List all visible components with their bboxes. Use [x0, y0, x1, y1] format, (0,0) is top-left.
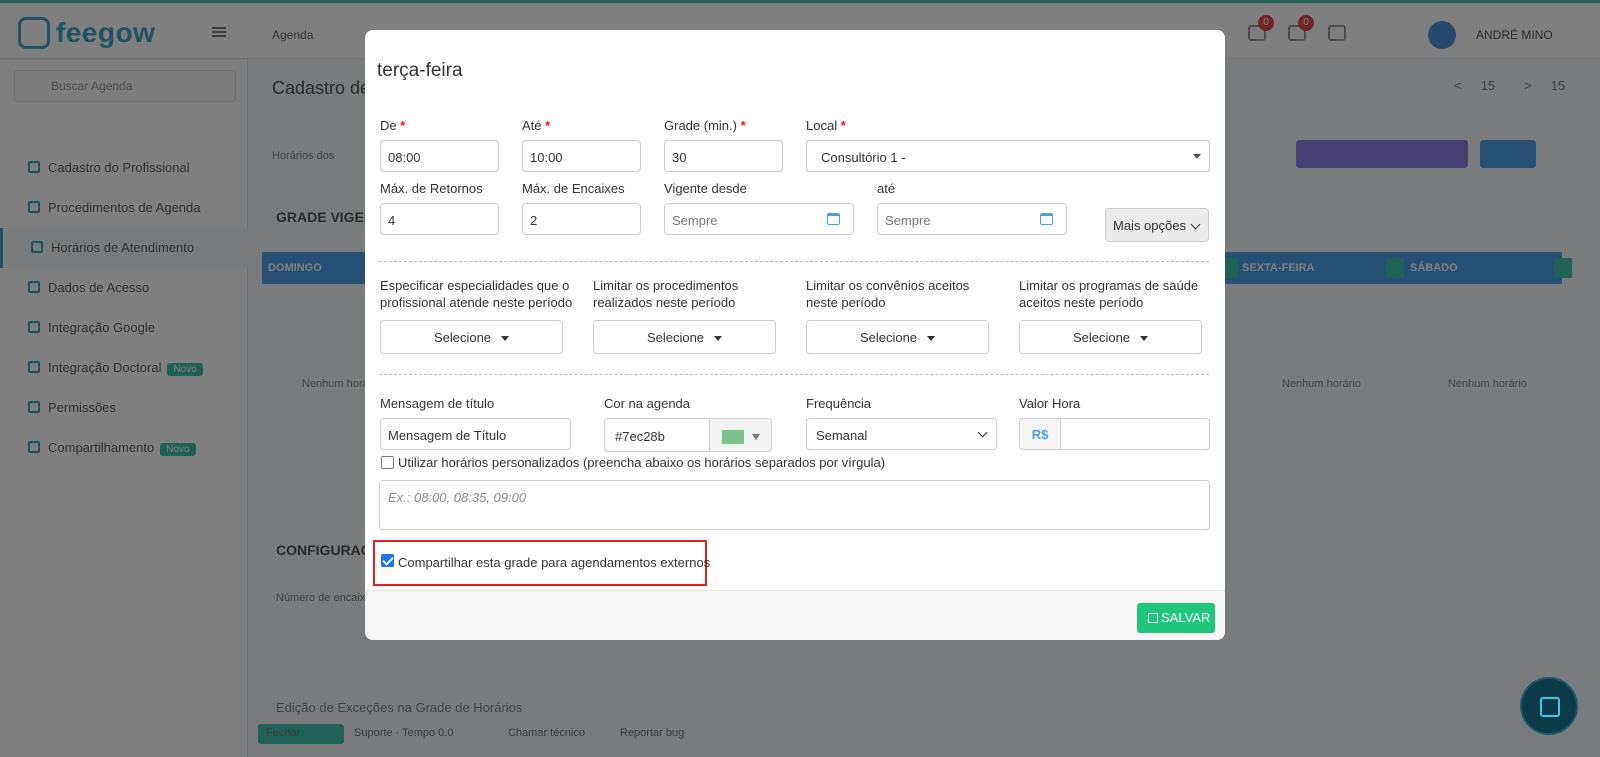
de-label-text: De: [380, 118, 397, 133]
dropdown-arrow-icon: [752, 434, 760, 440]
filter-label-line: Especificar especialidades que o: [380, 278, 570, 293]
filter-label-line: Limitar os programas de saúde: [1019, 278, 1199, 293]
mensagem-label: Mensagem de título: [380, 396, 495, 411]
filter-procedimentos-label: Limitar os procedimentos realizados neste…: [593, 277, 738, 311]
calendar-icon: [827, 213, 840, 225]
vigente-ate-input[interactable]: Sempre: [877, 203, 1028, 235]
frequencia-select[interactable]: Semanal: [806, 418, 997, 450]
save-button-label: SALVAR: [1161, 610, 1211, 625]
calendar-icon: [1040, 213, 1053, 225]
required-marker: *: [400, 118, 406, 133]
de-input[interactable]: 08:00: [380, 140, 499, 172]
valor-hora-label: Valor Hora: [1019, 396, 1081, 411]
vigente-ate-label: até: [877, 181, 896, 196]
required-marker: *: [545, 118, 551, 133]
ate-label: Até *: [522, 118, 550, 133]
select-label: Selecione: [646, 330, 705, 345]
compartilhar-checkbox[interactable]: [381, 554, 394, 567]
filter-convenios-label: Limitar os convênios aceitos neste períod…: [806, 277, 969, 311]
filter-programas-select[interactable]: Selecione: [1019, 320, 1202, 354]
vigente-desde-label: Vigente desde: [664, 181, 747, 196]
color-hex-input[interactable]: #7ec28b: [604, 418, 710, 452]
vigente-ate-calendar-button[interactable]: [1027, 203, 1067, 235]
modal-title: terça-feira: [377, 60, 463, 81]
filter-convenios-select[interactable]: Selecione: [806, 320, 989, 354]
color-picker-button[interactable]: [709, 418, 772, 452]
color-swatch: [722, 430, 744, 444]
modal-footer: SALVAR: [365, 590, 1225, 640]
max-retornos-input[interactable]: 4: [380, 203, 499, 235]
filter-label-line: aceitos neste período: [1019, 295, 1144, 310]
de-label: De *: [380, 118, 405, 133]
filter-procedimentos-select[interactable]: Selecione: [593, 320, 776, 354]
local-select-value: Consultório 1 -: [821, 150, 906, 165]
chevron-down-icon: [1190, 219, 1201, 230]
ate-input[interactable]: 10:00: [522, 140, 641, 172]
vigente-desde-calendar-button[interactable]: [814, 203, 854, 235]
filter-programas-label: Limitar os programas de saúde aceitos nes…: [1019, 277, 1198, 311]
filter-label-line: profissional atende neste período: [380, 295, 573, 310]
valor-hora-input[interactable]: [1060, 418, 1210, 450]
select-label: Selecione: [859, 330, 918, 345]
dropdown-arrow-icon: [1193, 154, 1201, 159]
save-button[interactable]: SALVAR: [1137, 603, 1215, 633]
schedule-modal: terça-feira De * 08:00 Até * 10:00 Grade…: [365, 30, 1225, 640]
grade-label: Grade (min.) *: [664, 118, 746, 133]
filter-label-line: Limitar os convênios aceitos: [806, 278, 970, 293]
caret-down-icon: [501, 336, 510, 341]
local-select[interactable]: Consultório 1 -: [806, 140, 1210, 172]
personalizados-label: Utilizar horários personalizados (preenc…: [398, 455, 886, 470]
frequencia-value: Semanal: [816, 428, 868, 443]
max-encaixes-input[interactable]: 2: [522, 203, 641, 235]
compartilhar-label: Compartilhar esta grade para agendamento…: [398, 555, 711, 570]
max-retornos-label: Máx. de Retornos: [380, 181, 483, 196]
ate-label-text: Até: [522, 118, 542, 133]
filter-label-line: Limitar os procedimentos: [593, 278, 739, 293]
grade-input[interactable]: 30: [664, 140, 783, 172]
mais-opcoes-label: Mais opções: [1113, 218, 1186, 233]
help-chat-button[interactable]: [1520, 677, 1578, 735]
required-marker: *: [840, 118, 846, 133]
required-marker: *: [740, 118, 746, 133]
filter-especialidades-select[interactable]: Selecione: [380, 320, 563, 354]
currency-prefix: R$: [1019, 418, 1061, 450]
chat-widget-icon: [1540, 697, 1560, 717]
divider: [379, 261, 1209, 262]
chevron-down-icon: [977, 427, 988, 438]
vigente-desde-input[interactable]: Sempre: [664, 203, 815, 235]
personalizados-textarea[interactable]: Ex.: 08:00, 08:35, 09:00: [379, 480, 1210, 530]
mais-opcoes-button[interactable]: Mais opções: [1105, 208, 1209, 242]
max-encaixes-label: Máx. de Encaixes: [522, 181, 625, 196]
personalizados-checkbox[interactable]: [381, 456, 394, 469]
select-label: Selecione: [433, 330, 492, 345]
caret-down-icon: [927, 336, 936, 341]
divider: [379, 374, 1209, 375]
local-label: Local *: [806, 118, 846, 133]
mensagem-input[interactable]: Mensagem de Título: [380, 418, 571, 450]
local-label-text: Local: [806, 118, 838, 133]
caret-down-icon: [1140, 336, 1149, 341]
filter-label-line: realizados neste período: [593, 295, 736, 310]
save-icon: [1148, 613, 1158, 623]
grade-label-text: Grade (min.): [664, 118, 737, 133]
cor-label: Cor na agenda: [604, 396, 691, 411]
filter-especialidades-label: Especificar especialidades que o profissi…: [380, 277, 572, 311]
color-picker-group: #7ec28b: [604, 418, 772, 452]
select-label: Selecione: [1072, 330, 1131, 345]
caret-down-icon: [714, 336, 723, 341]
filter-label-line: neste período: [806, 295, 886, 310]
frequencia-label: Frequência: [806, 396, 872, 411]
